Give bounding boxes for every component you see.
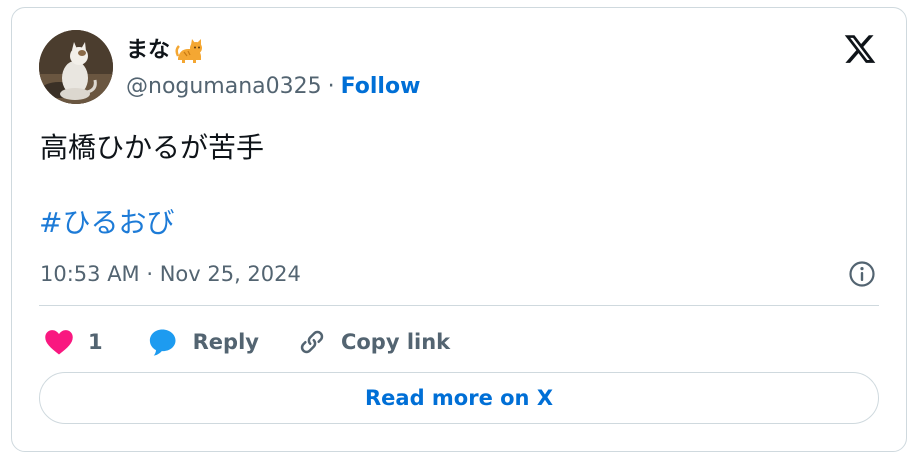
- action-bar: 1 Reply Copy link: [44, 324, 450, 360]
- avatar-image: [39, 30, 113, 104]
- divider: [39, 305, 879, 306]
- tweet-text: 高橋ひかるが苦手: [40, 131, 265, 164]
- author-display-name[interactable]: まな: [126, 36, 170, 66]
- handle-separator: ·: [327, 74, 335, 99]
- author-handle-row: @nogumana0325 · Follow: [126, 72, 420, 102]
- follow-button[interactable]: Follow: [341, 74, 421, 99]
- reply-label: Reply: [192, 330, 259, 354]
- cat-emoji-icon: [175, 39, 203, 63]
- read-more-button[interactable]: Read more on X: [39, 372, 879, 424]
- author-handle[interactable]: @nogumana0325: [126, 74, 322, 99]
- tweet-embed-card: まな @nogumana0325 · Follow 高橋ひかるが苦手 #ひるおび 1…: [11, 7, 907, 452]
- copy-link-button[interactable]: Copy link: [297, 327, 450, 357]
- x-logo-icon[interactable]: [842, 32, 878, 66]
- author-name-row[interactable]: まな: [126, 36, 204, 66]
- avatar[interactable]: [39, 30, 113, 104]
- info-icon[interactable]: [848, 260, 876, 288]
- tweet-timestamp[interactable]: 10:53 AM · Nov 25, 2024: [40, 260, 301, 288]
- like-button[interactable]: 1: [44, 328, 103, 356]
- hashtag-link[interactable]: #ひるおび: [39, 205, 174, 241]
- like-count: 1: [88, 330, 103, 354]
- copy-link-label: Copy link: [340, 330, 451, 354]
- link-icon: [300, 330, 324, 354]
- reply-button[interactable]: Reply: [147, 327, 259, 357]
- read-more-label: Read more on X: [364, 386, 554, 410]
- speech-bubble-icon: [149, 329, 176, 356]
- heart-icon: [45, 330, 73, 355]
